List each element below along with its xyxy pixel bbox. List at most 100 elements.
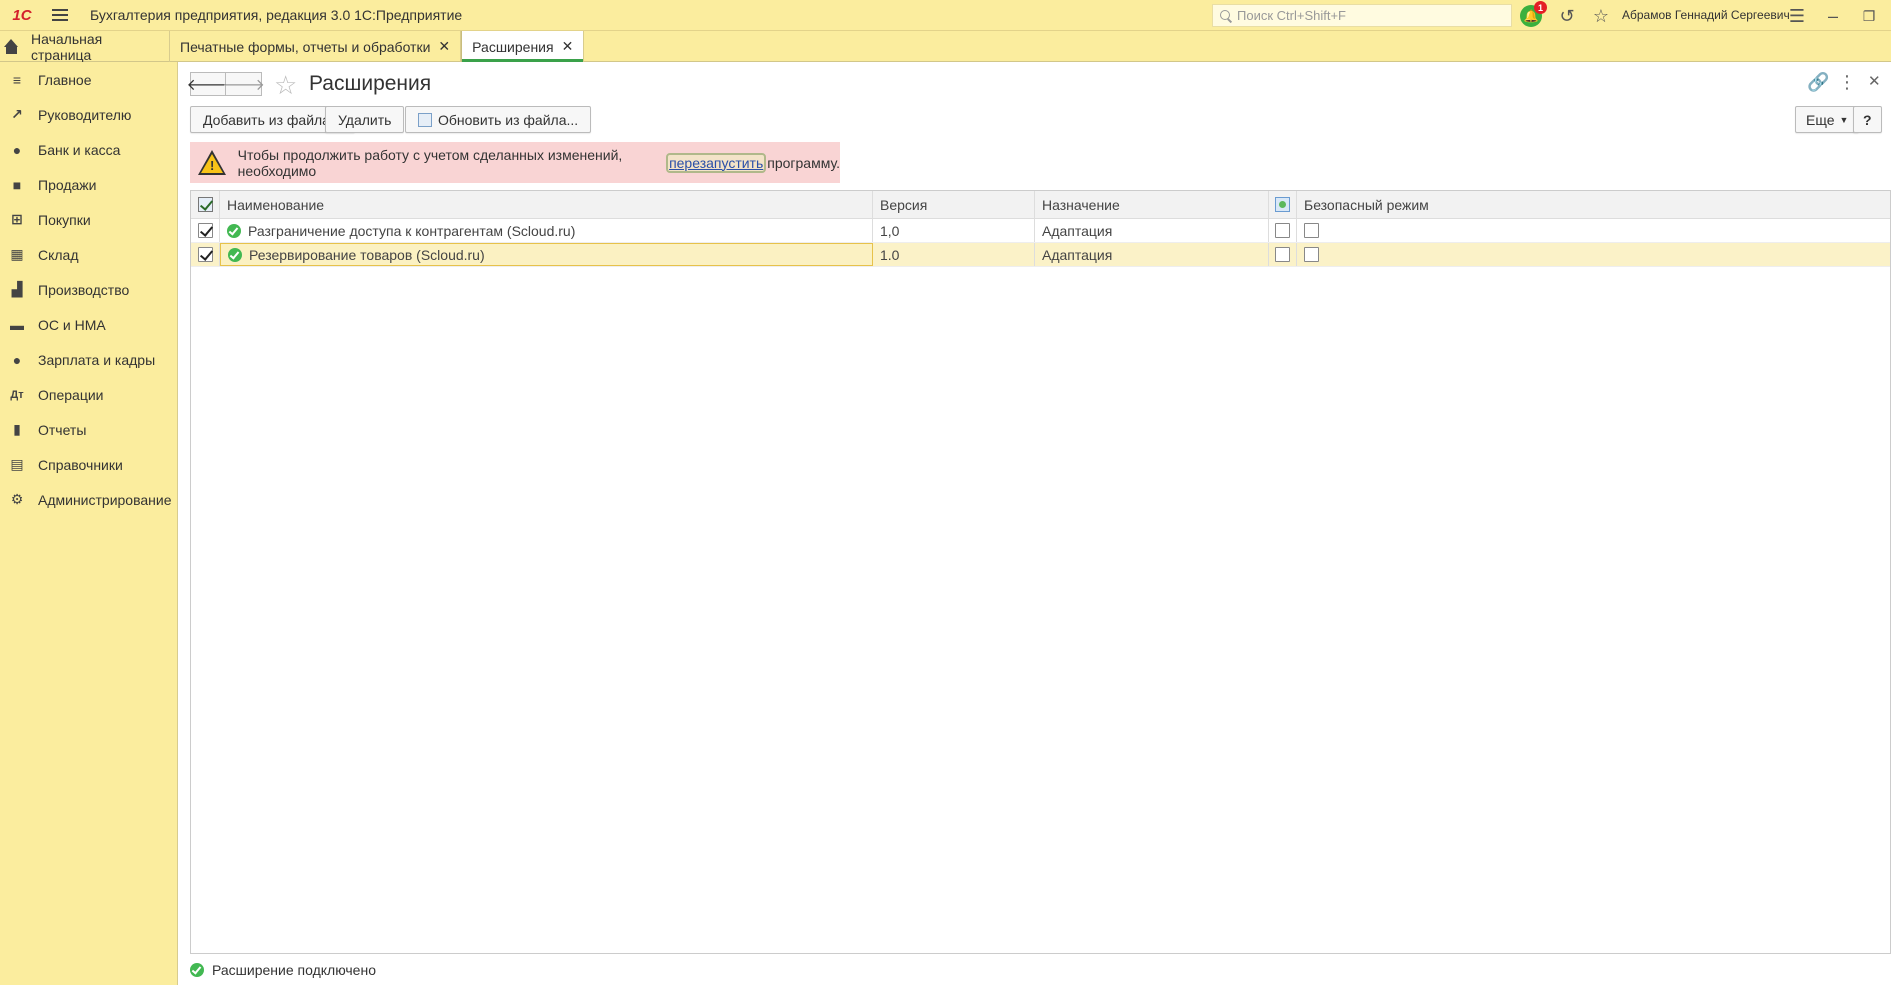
- name-cell: Резервирование товаров (Scloud.ru): [220, 243, 873, 266]
- safe-mode-cell: [1297, 219, 1890, 242]
- notifications-button[interactable]: 🔔 1: [1518, 1, 1547, 29]
- update-from-file-button[interactable]: Обновить из файла...: [405, 106, 592, 133]
- active-cell: [191, 219, 220, 242]
- header-name[interactable]: Наименование: [220, 191, 873, 218]
- sidebar-item-main[interactable]: ≡ Главное: [0, 62, 177, 97]
- sidebar-item-label: Руководителю: [38, 106, 132, 123]
- settings-lines-icon[interactable]: ☰: [1784, 3, 1810, 29]
- history-nav: 🡐 🡒: [187, 72, 265, 96]
- warning-text-after: программу.: [767, 154, 840, 171]
- chevron-down-icon: ▼: [1839, 114, 1849, 125]
- header-flag-column[interactable]: [1269, 191, 1297, 218]
- version-cell: 1.0: [873, 243, 1035, 266]
- sidebar-item-label: Зарплата и кадры: [38, 351, 156, 368]
- check-circle-icon: [228, 247, 242, 262]
- sidebar-item-assets[interactable]: ▬ ОС и НМА: [0, 307, 177, 342]
- truck-icon: ▬: [10, 316, 24, 333]
- back-arrow-icon[interactable]: 🡐: [187, 72, 229, 96]
- active-checkbox[interactable]: [197, 223, 213, 238]
- check-circle-icon: [190, 963, 204, 977]
- safe-mode-checkbox[interactable]: [1304, 223, 1319, 238]
- more-vertical-icon[interactable]: ⋮: [1838, 72, 1856, 93]
- sidebar-item-operations[interactable]: Дт Операции: [0, 377, 177, 412]
- tab-label: Печатные формы, отчеты и обработки: [180, 38, 431, 55]
- flag-checkbox[interactable]: [1275, 223, 1290, 238]
- tab-label: Начальная страница: [31, 30, 103, 63]
- header-safe-mode[interactable]: Безопасный режим: [1297, 191, 1890, 218]
- sidebar-item-production[interactable]: ▟ Производство: [0, 272, 177, 307]
- flag-checkbox[interactable]: [1275, 247, 1290, 262]
- cart-icon: ⊞: [11, 211, 23, 227]
- sidebar-item-label: Продажи: [38, 176, 97, 193]
- close-icon[interactable]: ✕: [438, 38, 450, 55]
- header-version[interactable]: Версия: [873, 191, 1035, 218]
- table-row[interactable]: Резервирование товаров (Scloud.ru) 1.0 А…: [191, 243, 1890, 267]
- factory-icon: ▟: [11, 281, 23, 297]
- extensions-table: Наименование Версия Назначение Безопасны…: [190, 190, 1891, 954]
- main-menu-icon[interactable]: [46, 0, 74, 31]
- book-icon: ▤: [10, 456, 24, 472]
- checkmark-icon: [197, 197, 213, 212]
- page-title: Расширения: [309, 72, 432, 95]
- notification-badge: 1: [1534, 1, 1547, 14]
- favorites-star-icon[interactable]: ☆: [1588, 3, 1614, 29]
- menu-lines-icon: ≡: [12, 71, 22, 88]
- sidebar-item-sales[interactable]: ■ Продажи: [0, 167, 177, 202]
- table-row[interactable]: Разграничение доступа к контрагентам (Sc…: [191, 219, 1890, 243]
- header-active-column[interactable]: [191, 191, 220, 218]
- sidebar-item-reports[interactable]: ▮ Отчеты: [0, 412, 177, 447]
- sidebar-item-label: Банк и касса: [38, 141, 121, 158]
- favorite-star-icon[interactable]: ☆: [274, 70, 297, 101]
- row-name: Резервирование товаров (Scloud.ru): [249, 246, 485, 263]
- restart-link[interactable]: перезапустить: [666, 152, 767, 173]
- bar-chart-icon: ▮: [13, 421, 21, 437]
- status-bar: Расширение подключено: [190, 962, 376, 978]
- history-icon[interactable]: ↺: [1554, 3, 1580, 29]
- search-box[interactable]: [1212, 4, 1512, 27]
- minimize-icon[interactable]: –: [1820, 3, 1846, 29]
- sidebar-item-label: Администрирование: [38, 491, 172, 508]
- gear-icon: ⚙: [10, 491, 24, 507]
- warning-icon: !: [198, 149, 226, 176]
- close-icon[interactable]: ✕: [562, 38, 574, 55]
- sidebar-item-admin[interactable]: ⚙ Администрирование: [0, 482, 177, 517]
- grid-icon: ▦: [10, 246, 24, 262]
- tab-extensions[interactable]: Расширения ✕: [461, 31, 585, 62]
- header-purpose[interactable]: Назначение: [1035, 191, 1269, 218]
- user-name[interactable]: Абрамов Геннадий Сергеевич: [1622, 8, 1790, 22]
- forward-arrow-icon[interactable]: 🡒: [222, 72, 265, 96]
- sidebar-item-label: ОС и НМА: [38, 316, 106, 333]
- main-content: 🡐 🡒 ☆ Расширения 🔗 ⋮ ✕ Добавить из файла…: [178, 62, 1891, 985]
- search-input[interactable]: [1237, 8, 1507, 23]
- tab-print-forms[interactable]: Печатные формы, отчеты и обработки ✕: [170, 31, 462, 62]
- tabs-bar: Начальная страница Печатные формы, отчет…: [0, 30, 1891, 63]
- tab-home[interactable]: Начальная страница: [0, 30, 170, 63]
- sidebar-item-warehouse[interactable]: ▦ Склад: [0, 237, 177, 272]
- safe-mode-cell: [1297, 243, 1890, 266]
- restore-window-icon[interactable]: ❐: [1856, 3, 1882, 29]
- home-icon: [4, 38, 21, 55]
- sidebar-item-label: Покупки: [38, 211, 91, 228]
- safe-mode-checkbox[interactable]: [1304, 247, 1319, 262]
- purpose-cell: Адаптация: [1035, 219, 1269, 242]
- sidebar: ≡ Главное ↗ Руководителю ● Банк и касса …: [0, 62, 178, 985]
- sidebar-item-salary[interactable]: ● Зарплата и кадры: [0, 342, 177, 377]
- button-label: Обновить из файла...: [438, 111, 579, 128]
- button-label: Еще: [1806, 111, 1835, 128]
- sidebar-item-bank[interactable]: ● Банк и касса: [0, 132, 177, 167]
- bag-icon: ■: [12, 176, 22, 193]
- help-button[interactable]: ?: [1853, 106, 1882, 133]
- app-logo[interactable]: 1С: [4, 0, 40, 31]
- table-header: Наименование Версия Назначение Безопасны…: [191, 191, 1890, 219]
- coin-icon: ●: [12, 141, 22, 158]
- warning-text-before: Чтобы продолжить работу с учетом сделанн…: [237, 146, 623, 179]
- link-icon[interactable]: 🔗: [1807, 72, 1829, 93]
- sidebar-item-label: Отчеты: [38, 421, 87, 438]
- more-button[interactable]: Еще ▼: [1795, 106, 1860, 133]
- close-icon[interactable]: ✕: [1868, 72, 1881, 90]
- delete-button[interactable]: Удалить: [325, 106, 405, 133]
- sidebar-item-manager[interactable]: ↗ Руководителю: [0, 97, 177, 132]
- sidebar-item-purchases[interactable]: ⊞ Покупки: [0, 202, 177, 237]
- sidebar-item-directories[interactable]: ▤ Справочники: [0, 447, 177, 482]
- active-checkbox[interactable]: [197, 247, 213, 262]
